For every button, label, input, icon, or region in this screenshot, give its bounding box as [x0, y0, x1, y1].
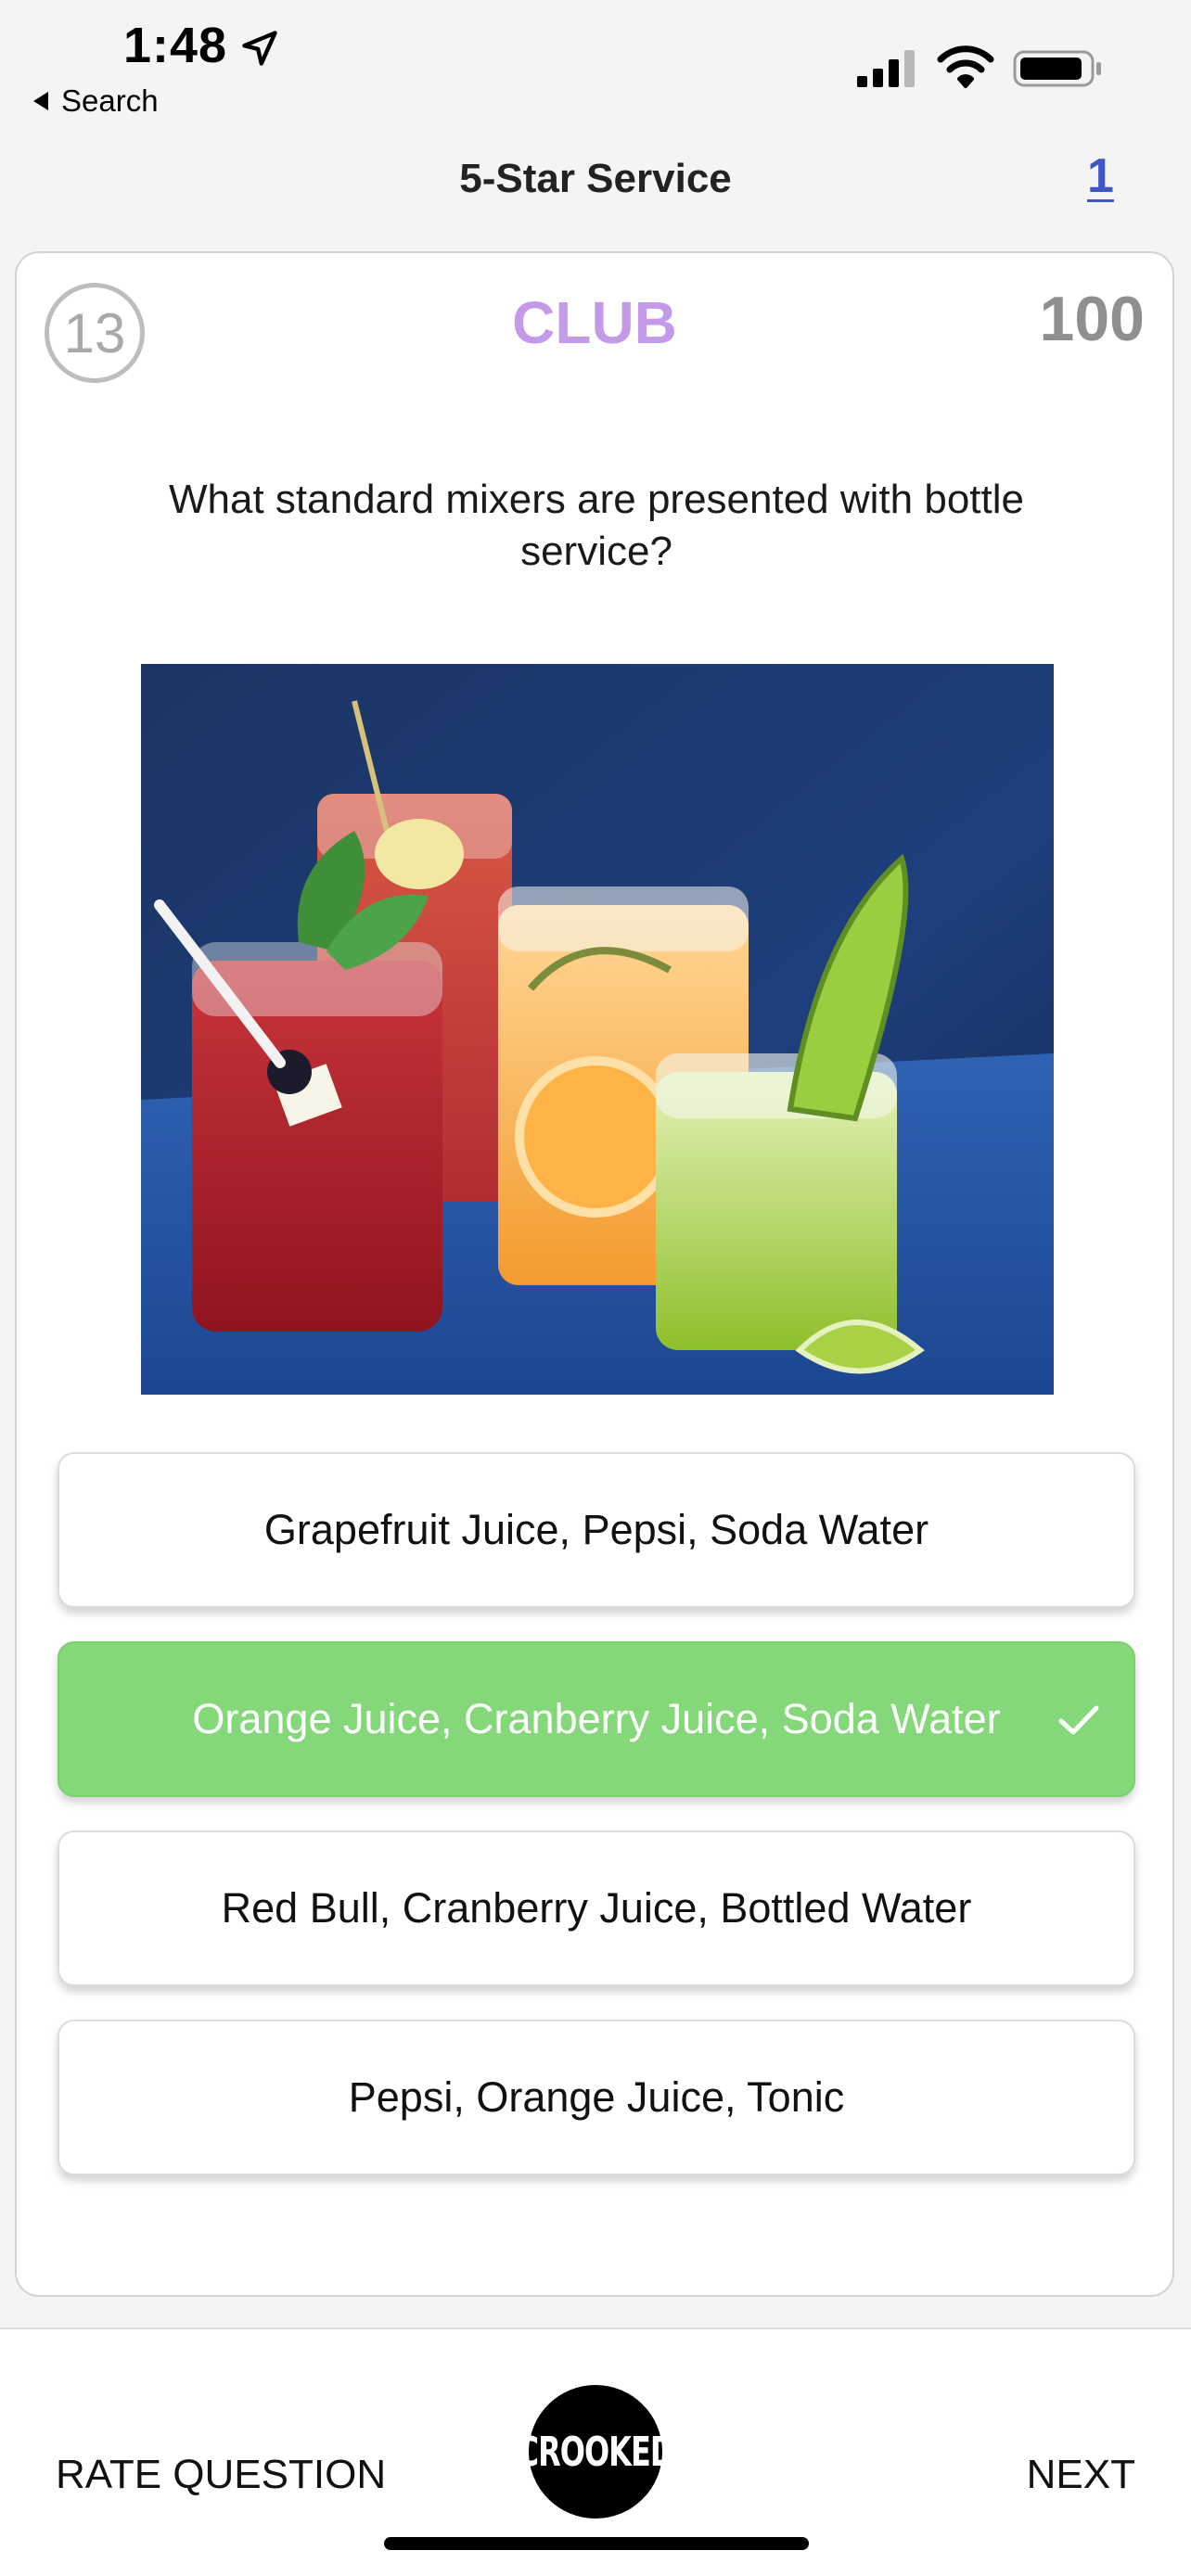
- answer-list: Grapefruit Juice, Pepsi, Soda Water Oran…: [58, 1452, 1135, 2209]
- answer-label: Grapefruit Juice, Pepsi, Soda Water: [263, 1506, 929, 1553]
- back-search-label: Search: [61, 83, 159, 118]
- back-arrow-icon: [33, 92, 48, 110]
- battery-icon: [1013, 50, 1101, 87]
- category-label: CLUB: [512, 289, 677, 356]
- next-button[interactable]: NEXT: [1027, 2452, 1135, 2498]
- question-text: What standard mixers are presented with …: [168, 477, 1024, 574]
- crooked-logo[interactable]: CROOKED: [518, 2385, 674, 2519]
- rate-question-button[interactable]: RATE QUESTION: [56, 2452, 386, 2498]
- rank-link[interactable]: 1: [1087, 148, 1114, 204]
- answer-option-4[interactable]: Pepsi, Orange Juice, Tonic: [58, 2020, 1135, 2175]
- status-time: 1:48: [123, 18, 228, 73]
- location-arrow-icon: [242, 31, 277, 66]
- answer-label: Orange Juice, Cranberry Juice, Soda Wate…: [192, 1695, 1001, 1742]
- answer-label: Pepsi, Orange Juice, Tonic: [348, 2073, 845, 2121]
- page-title: 5-Star Service: [459, 156, 732, 201]
- answer-option-3[interactable]: Red Bull, Cranberry Juice, Bottled Water: [58, 1830, 1135, 1986]
- status-bar: 1:48 Search: [0, 0, 1191, 130]
- cocktails-photo: [141, 664, 1054, 1395]
- answer-option-2-correct[interactable]: Orange Juice, Cranberry Juice, Soda Wate…: [58, 1641, 1135, 1797]
- answer-option-1[interactable]: Grapefruit Juice, Pepsi, Soda Water: [58, 1452, 1135, 1608]
- signal-icon: [857, 50, 915, 87]
- question-card: 13 CLUB 100 What standard mixers are pre…: [15, 251, 1174, 2297]
- checkmark-icon: [1058, 1705, 1099, 1735]
- back-to-search-button[interactable]: Search: [33, 83, 159, 119]
- home-indicator[interactable]: [384, 2537, 809, 2550]
- answer-label: Red Bull, Cranberry Juice, Bottled Water: [221, 1884, 972, 1932]
- points-value: 100: [1039, 284, 1145, 354]
- logo-text: CROOKED: [517, 2428, 675, 2476]
- wifi-icon: [937, 45, 994, 88]
